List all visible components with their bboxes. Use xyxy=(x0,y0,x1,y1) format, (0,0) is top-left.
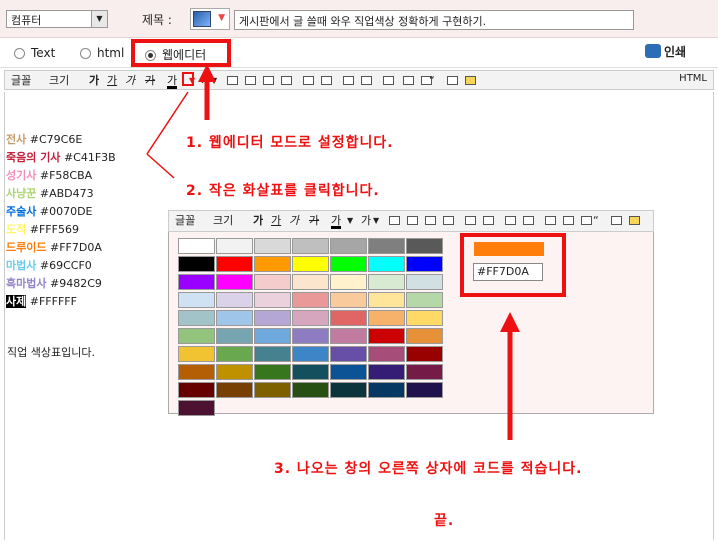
arrow-line-2b xyxy=(146,91,189,155)
annotation-arrows xyxy=(146,64,520,440)
arrow-head-1 xyxy=(198,64,216,82)
arrow-head-3 xyxy=(500,312,520,332)
arrow-line-2a xyxy=(146,153,175,179)
